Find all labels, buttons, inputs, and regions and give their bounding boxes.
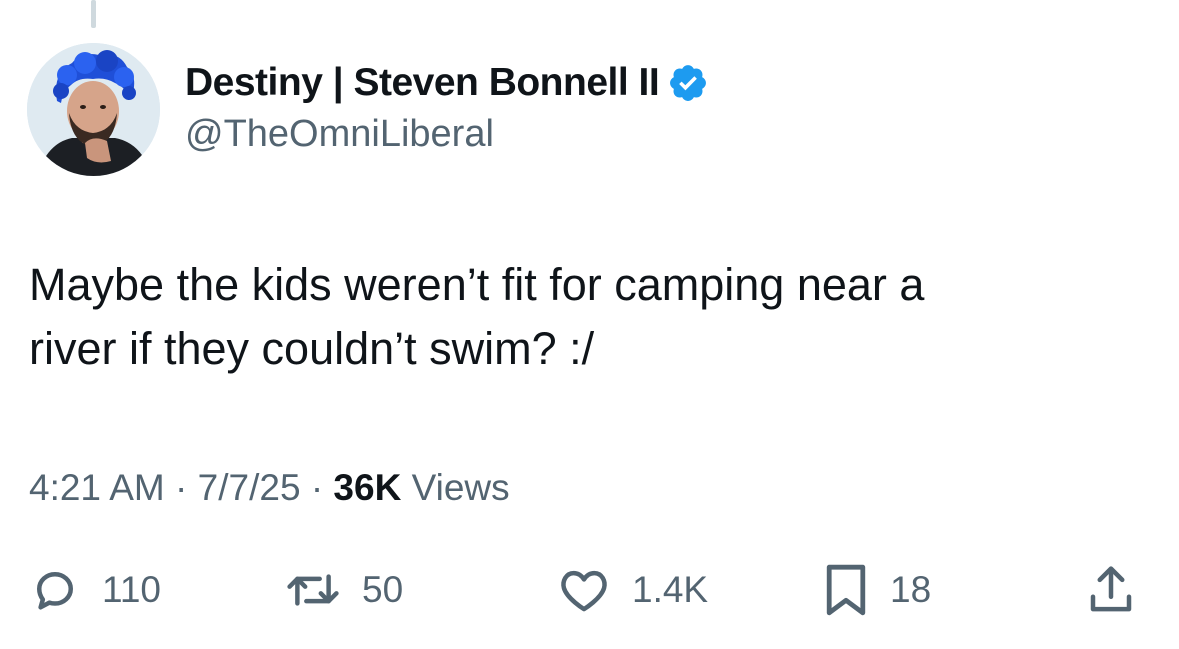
bookmark-count: 18 bbox=[890, 569, 932, 610]
avatar-image bbox=[27, 43, 160, 176]
repost-count: 50 bbox=[362, 569, 404, 610]
tweet-time[interactable]: 4:21 AM bbox=[29, 467, 165, 508]
views-count: 36K bbox=[333, 467, 402, 508]
author-name-row[interactable]: Destiny | Steven Bonnell II bbox=[185, 58, 709, 108]
tweet-text-line: river if they couldn’t swim? :/ bbox=[29, 323, 595, 374]
author-display-name[interactable]: Destiny | Steven Bonnell II bbox=[185, 61, 660, 105]
avatar[interactable] bbox=[27, 43, 160, 176]
meta-separator: · bbox=[310, 467, 324, 508]
tweet-text: Maybe the kids weren’t fit for camping n… bbox=[29, 253, 1129, 381]
views-label: Views bbox=[411, 467, 510, 508]
bookmark-icon[interactable] bbox=[822, 560, 870, 620]
tweet-text-line: Maybe the kids weren’t fit for camping n… bbox=[29, 259, 925, 310]
reply-count: 110 bbox=[102, 569, 161, 610]
reply-icon[interactable] bbox=[28, 563, 82, 617]
like-button[interactable]: 1.4K bbox=[556, 560, 708, 620]
repost-icon[interactable] bbox=[284, 563, 342, 617]
reply-button[interactable]: 110 bbox=[28, 560, 161, 620]
like-count: 1.4K bbox=[632, 569, 709, 610]
author-handle[interactable]: @TheOmniLiberal bbox=[185, 113, 494, 156]
like-icon[interactable] bbox=[556, 563, 612, 617]
action-bar: 110 50 1.4K 18 bbox=[0, 560, 1179, 620]
verified-badge-icon[interactable] bbox=[667, 62, 709, 104]
tweet-meta: 4:21 AM · 7/7/25 · 36K Views bbox=[29, 467, 510, 509]
share-icon[interactable] bbox=[1084, 562, 1138, 618]
tweet-date[interactable]: 7/7/25 bbox=[198, 467, 301, 508]
meta-separator: · bbox=[175, 467, 188, 508]
share-button[interactable] bbox=[1084, 560, 1138, 620]
thread-connector-line bbox=[91, 0, 96, 28]
bookmark-button[interactable]: 18 bbox=[822, 560, 931, 620]
repost-button[interactable]: 50 bbox=[284, 560, 403, 620]
